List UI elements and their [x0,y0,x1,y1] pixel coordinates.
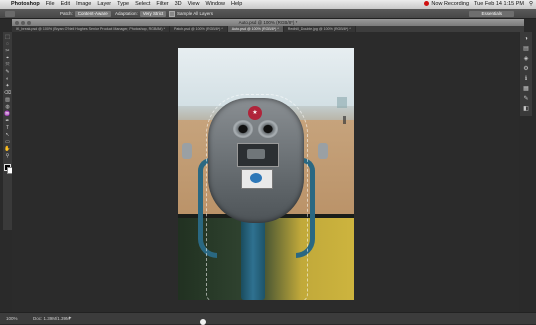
binocular-knob-right [318,143,328,159]
move-tool-icon[interactable]: ⤧ [5,63,11,68]
crop-tool-icon[interactable]: ✂ [5,49,11,54]
patch-tool-icon [5,10,15,17]
spotlight-search-icon[interactable]: ⚲ [529,0,533,9]
zoom-level[interactable]: 100% [6,313,18,324]
menu-3d[interactable]: 3D [175,0,182,9]
lifeguard-tower [337,97,347,108]
window-title: Auto.psd @ 100% (RGB/8*) * [238,20,298,25]
checkbox-icon [169,10,175,17]
dodge-tool-icon[interactable]: ♒ [4,112,10,117]
layers-panel-icon[interactable]: ▦ [523,86,529,92]
document-image[interactable]: ★ [178,48,354,300]
patch-mode-select[interactable]: Content-Aware [74,10,111,17]
menu-type[interactable]: Type [117,0,129,9]
hand-tool-icon[interactable]: ✋ [4,147,10,152]
path-selection-tool-icon[interactable]: ↖ [5,133,11,138]
lasso-tool-icon[interactable]: ◌ [5,42,11,47]
distant-person [343,116,346,124]
patch-label: Patch: [60,11,73,16]
color-swatches [3,164,14,174]
menubar-status-area: Now Recording Tue Feb 14 1:15 PM ⚲ [424,0,533,9]
swatches-panel-icon[interactable]: ▤ [523,46,529,52]
selection-marquee[interactable] [206,94,308,300]
history-panel-icon[interactable]: ✎ [523,96,528,102]
marquee-tool-icon[interactable]: ⬚ [5,35,11,40]
shape-tool-icon[interactable]: ▭ [5,140,11,145]
record-icon [424,1,430,7]
info-panel-icon[interactable]: ℹ [525,76,527,82]
adaptation-label: Adaptation: [115,11,138,16]
recording-cursor-indicator [200,319,206,325]
document-window-titlebar[interactable]: Auto.psd @ 100% (RGB/8*) * [12,19,524,26]
menu-layer[interactable]: Layer [97,0,111,9]
pen-tool-icon[interactable]: ✒ [5,119,11,124]
document-size: Doc: 1.39M/1.39M [33,316,70,321]
binocular-knob-left [182,143,192,159]
menu-window[interactable]: Window [205,0,225,9]
tool-preset-picker[interactable] [5,9,15,18]
channels-panel-icon[interactable]: ◧ [523,106,529,112]
macos-menubar: Photoshop File Edit Image Layer Type Sel… [0,0,536,9]
sample-all-layers-checkbox[interactable]: Sample All Layers [169,9,213,18]
menu-view[interactable]: View [188,0,200,9]
color-panel-icon[interactable]: ◑ [524,36,528,42]
menu-file[interactable]: File [46,0,55,9]
status-bar: 100% Doc: 1.39M/1.39M ▸ [0,312,536,325]
styles-panel-icon[interactable]: ⚙ [523,66,528,72]
brush-tool-icon[interactable]: ✎ [5,70,11,75]
menu-filter[interactable]: Filter [156,0,168,9]
healing-brush-tool-icon[interactable]: ✦ [5,84,11,89]
menu-edit[interactable]: Edit [61,0,70,9]
type-tool-icon[interactable]: T [5,126,11,131]
menu-help[interactable]: Help [231,0,242,9]
minimize-window-button[interactable] [21,20,25,25]
blur-tool-icon[interactable]: ◍ [5,105,11,110]
workspace-switcher[interactable]: Essentials [469,10,514,17]
gradient-tool-icon[interactable]: ▨ [5,98,11,103]
zoom-window-button[interactable] [27,20,31,25]
adaptation-group: Adaptation: Very Strict [115,9,167,18]
tool-options-bar: Patch: Content-Aware Adaptation: Very St… [0,9,536,19]
zoom-tool-icon[interactable]: ⚲ [5,154,11,159]
menu-image[interactable]: Image [76,0,91,9]
patch-mode-group: Patch: Content-Aware [60,9,111,18]
menubar-clock[interactable]: Tue Feb 14 1:15 PM [474,0,524,9]
close-window-button[interactable] [15,20,19,25]
sample-all-layers-label: Sample All Layers [177,11,214,16]
menu-select[interactable]: Select [135,0,150,9]
recording-indicator[interactable]: Now Recording [424,0,469,9]
eyedropper-tool-icon[interactable]: ⌖ [5,56,11,61]
adaptation-select[interactable]: Very Strict [139,10,167,17]
eraser-tool-icon[interactable]: ⌫ [4,91,11,96]
collapsed-panel-dock: ◑ ▤ ◈ ⚙ ℹ ▦ ✎ ◧ [520,32,532,116]
clone-stamp-tool-icon[interactable]: ◐ [5,77,11,82]
adjustments-panel-icon[interactable]: ◈ [524,56,529,62]
recording-label: Now Recording [431,1,470,7]
menu-app-name[interactable]: Photoshop [11,0,40,9]
status-menu-arrow-icon[interactable]: ▸ [69,313,72,324]
window-controls [15,20,31,25]
